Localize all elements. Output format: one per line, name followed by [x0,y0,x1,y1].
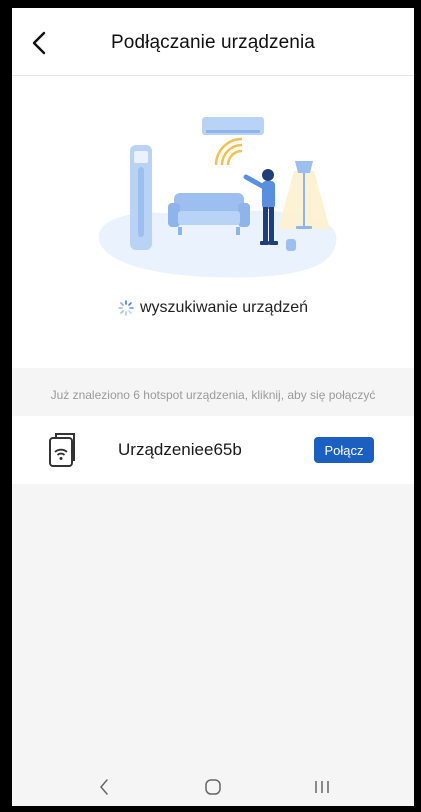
back-button[interactable] [26,28,52,58]
nav-recents-button[interactable] [302,772,342,802]
nav-back-button[interactable] [84,772,124,802]
device-name: Urządzeniee65b [118,440,242,459]
search-status: wyszukiwanie urządzeń [12,296,414,320]
nav-home-button[interactable] [193,772,233,802]
app-screen: Podłączanie urządzenia wyszukiwanie urzą… [12,8,414,806]
found-hotspots-message: Już znaleziono 6 hotspot urządzenia, kli… [50,388,376,402]
recents-icon [315,781,329,793]
loading-spinner-icon [118,300,134,316]
wifi-device-icon [49,433,75,467]
chevron-left-icon [32,31,46,55]
system-nav-bar [12,768,414,806]
chevron-left-icon [100,779,108,795]
room-illustration [98,117,337,278]
page-title: Podłączanie urządzenia [111,32,315,53]
connect-button[interactable]: Połącz [314,437,374,463]
home-icon [205,779,221,795]
header: Podłączanie urządzenia [12,8,414,76]
device-list-item[interactable]: Urządzeniee65b Połącz [12,416,414,484]
search-status-text: wyszukiwanie urządzeń [139,299,309,316]
